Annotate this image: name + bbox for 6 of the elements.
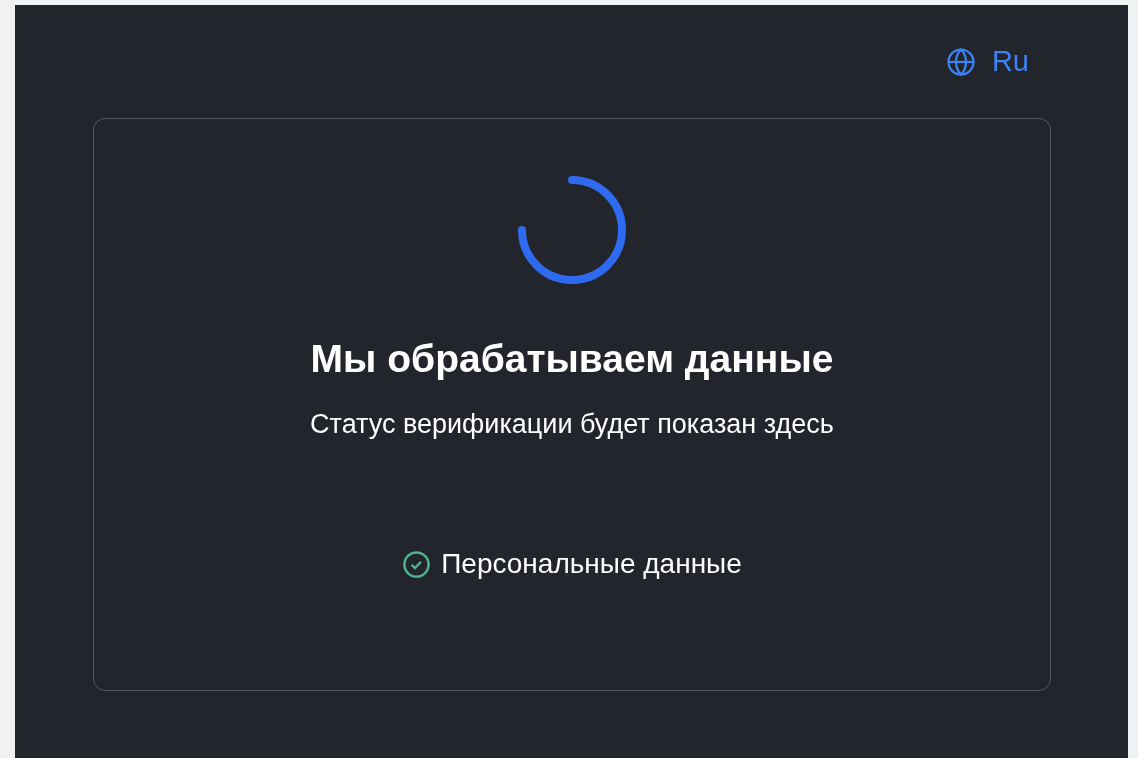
status-subtitle: Статус верификации будет показан здесь [310,409,834,440]
loading-spinner-icon [517,175,627,285]
status-title: Мы обрабатываем данные [310,337,834,381]
language-selector[interactable]: Ru [945,45,1029,78]
globe-icon [945,46,976,77]
step-label: Персональные данные [441,548,742,580]
